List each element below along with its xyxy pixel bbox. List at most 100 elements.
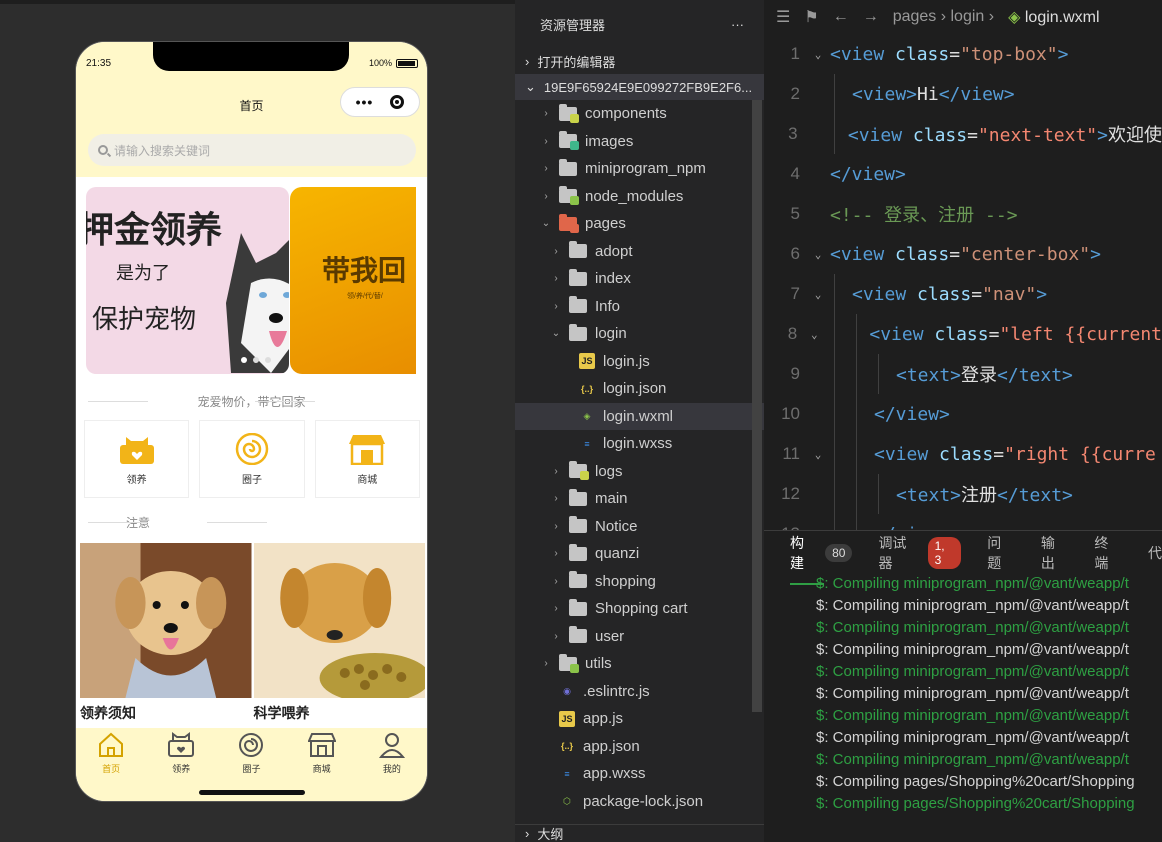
code-line[interactable]: 8 ⌄ <view class="left {{current (764, 314, 1162, 354)
code-line[interactable]: 5 <!-- 登录、注册 --> (764, 194, 1162, 234)
code-line[interactable]: 7 ⌄ <view class="nav"> (764, 274, 1162, 314)
code-line[interactable]: 12 <text>注册</text> (764, 474, 1162, 514)
tree-item[interactable]: ⬡ package-lock.json (515, 788, 764, 816)
panel-tab[interactable]: 输出 (1041, 533, 1069, 573)
code-line[interactable]: 4 </view> (764, 154, 1162, 194)
fold-chevron-icon[interactable]: ⌄ (806, 288, 830, 301)
indent-guide (834, 514, 835, 530)
tree-item[interactable]: {..} login.json (515, 375, 764, 403)
code-text: </view> (830, 163, 906, 185)
close-target-icon[interactable] (390, 95, 405, 109)
code-line[interactable]: 13</view> (764, 514, 1162, 530)
card-circle[interactable]: 圈子 (199, 420, 305, 498)
js-file-icon: JS (559, 710, 575, 727)
breadcrumb-item[interactable]: pages (893, 8, 937, 25)
code-line[interactable]: 11 ⌄ <view class="right {{curre (764, 434, 1162, 474)
tree-item[interactable]: › miniprogram_npm (515, 155, 764, 183)
open-editors-section[interactable]: › 打开的编辑器 (515, 48, 764, 74)
tree-item[interactable]: › images (515, 128, 764, 156)
tree-item-label: main (595, 490, 628, 508)
banner-slide-take-me-home[interactable]: 带我回 领/养/代/替/ (290, 187, 416, 374)
tree-item[interactable]: › adopt (515, 238, 764, 266)
chevron-down-icon: ⌄ (525, 79, 536, 94)
panel-tab[interactable]: 终端 (1094, 533, 1122, 573)
current-file[interactable]: ◈ login.wxml (1008, 7, 1099, 27)
forward-arrow-icon[interactable]: → (863, 8, 879, 26)
code-line[interactable]: 9 <text>登录</text> (764, 354, 1162, 394)
chevron-right-icon: › (554, 245, 558, 257)
code-area[interactable]: 1 ⌄ <view class="top-box"> 2 <view>Hi</view>… (764, 34, 1162, 530)
battery-percent: 100% (368, 58, 392, 68)
tree-item[interactable]: ⌄ pages (515, 210, 764, 238)
output-line: $: Compiling miniprogram_npm/@vant/weapp… (816, 597, 1129, 614)
tree-item[interactable]: › Info (515, 293, 764, 321)
notice-scientific-feeding[interactable]: 科学喂养 (253, 543, 427, 721)
chevron-right-icon: › (554, 493, 558, 505)
back-arrow-icon[interactable]: ← (833, 8, 849, 26)
phone-notch (153, 42, 349, 71)
search-input[interactable]: 请输入搜索关键词 (88, 134, 416, 166)
capsule-menu[interactable]: ••• (340, 87, 420, 117)
fold-chevron-icon[interactable]: ⌄ (803, 328, 825, 341)
code-line[interactable]: 1 ⌄ <view class="top-box"> (764, 34, 1162, 74)
line-number: 10 (781, 404, 800, 423)
code-line[interactable]: 10 </view> (764, 394, 1162, 434)
tree-item[interactable]: › node_modules (515, 183, 764, 211)
breadcrumb-item[interactable]: login (951, 8, 985, 25)
indent-guide (834, 394, 835, 434)
panel-tab[interactable]: 代 (1148, 543, 1162, 563)
tree-item[interactable]: {..} app.json (515, 733, 764, 761)
tree-item[interactable]: JS login.js (515, 348, 764, 376)
line-number: 9 (790, 364, 800, 383)
more-dots-icon[interactable]: ••• (356, 94, 374, 110)
tree-item[interactable]: ◈ login.wxml (515, 402, 764, 430)
tree-item[interactable]: ≡ login.wxss (515, 430, 764, 458)
code-line[interactable]: 6 ⌄ <view class="center-box"> (764, 234, 1162, 274)
fold-chevron-icon[interactable]: ⌄ (806, 448, 830, 461)
tree-item[interactable]: › user (515, 623, 764, 651)
card-shop[interactable]: 商城 (314, 420, 420, 498)
banner-subtitle: 是为了 (116, 263, 170, 283)
bookmark-icon[interactable]: ⚑ (804, 7, 818, 27)
tree-item[interactable]: › logs (515, 458, 764, 486)
wxss-file-icon: ≡ (584, 438, 590, 449)
section-label: 大纲 (537, 827, 564, 842)
explorer-scrollbar[interactable] (752, 100, 762, 712)
code-line[interactable]: 2 <view>Hi</view> (764, 74, 1162, 114)
chevron-right-icon: › (554, 300, 558, 312)
list-icon[interactable]: ☰ (776, 7, 790, 27)
card-adopt[interactable]: 领养 (84, 420, 190, 498)
tree-item[interactable]: › shopping (515, 568, 764, 596)
fold-chevron-icon[interactable]: ⌄ (806, 248, 830, 261)
tree-item[interactable]: JS app.js (515, 705, 764, 733)
tree-item[interactable]: › components (515, 100, 764, 128)
panel-tab[interactable]: 调试器 1, 3 (878, 533, 962, 573)
tab-mine[interactable]: 我的 (367, 731, 417, 801)
banner-slide-adopt[interactable]: 押金领养 是为了 保护宠物 (86, 187, 289, 374)
more-actions-icon[interactable]: ··· (731, 17, 744, 32)
fold-chevron-icon[interactable]: ⌄ (806, 48, 830, 61)
project-section[interactable]: ⌄ 19E9F65924E9E099272FB9E2F6... (515, 74, 764, 100)
tree-item[interactable]: › index (515, 265, 764, 293)
folder-icon (569, 571, 587, 589)
chevron-right-icon: › (525, 53, 530, 69)
code-line[interactable]: 3 <view class="next-text">欢迎使 (764, 114, 1162, 154)
tree-item-label: node_modules (585, 187, 684, 205)
panel-tab[interactable]: 构建 80 (790, 533, 853, 585)
indent-guide (834, 274, 835, 314)
tree-item[interactable]: ≡ app.wxss (515, 760, 764, 788)
tab-home[interactable]: 首页 (86, 731, 136, 801)
project-name: 19E9F65924E9E099272FB9E2F6... (543, 79, 753, 95)
panel-tab[interactable]: 问题 (987, 533, 1015, 573)
build-output[interactable]: $: Compiling miniprogram_npm/@vant/weapp… (764, 575, 1162, 817)
tree-item[interactable]: › Notice (515, 513, 764, 541)
tree-item[interactable]: › main (515, 485, 764, 513)
notice-adoption-guide[interactable]: 领养须知 (80, 543, 252, 721)
banner-carousel[interactable]: 押金领养 是为了 保护宠物 带我回 领/养/代/替/ (86, 187, 416, 374)
tree-item[interactable]: ◉ .eslintrc.js (515, 678, 764, 706)
tree-item[interactable]: ⌄ login (515, 320, 764, 348)
tree-item[interactable]: › Shopping cart (515, 595, 764, 623)
tree-item[interactable]: › quanzi (515, 540, 764, 568)
tree-item[interactable]: › utils (515, 650, 764, 678)
outline-section[interactable]: › 大纲 (515, 824, 764, 842)
